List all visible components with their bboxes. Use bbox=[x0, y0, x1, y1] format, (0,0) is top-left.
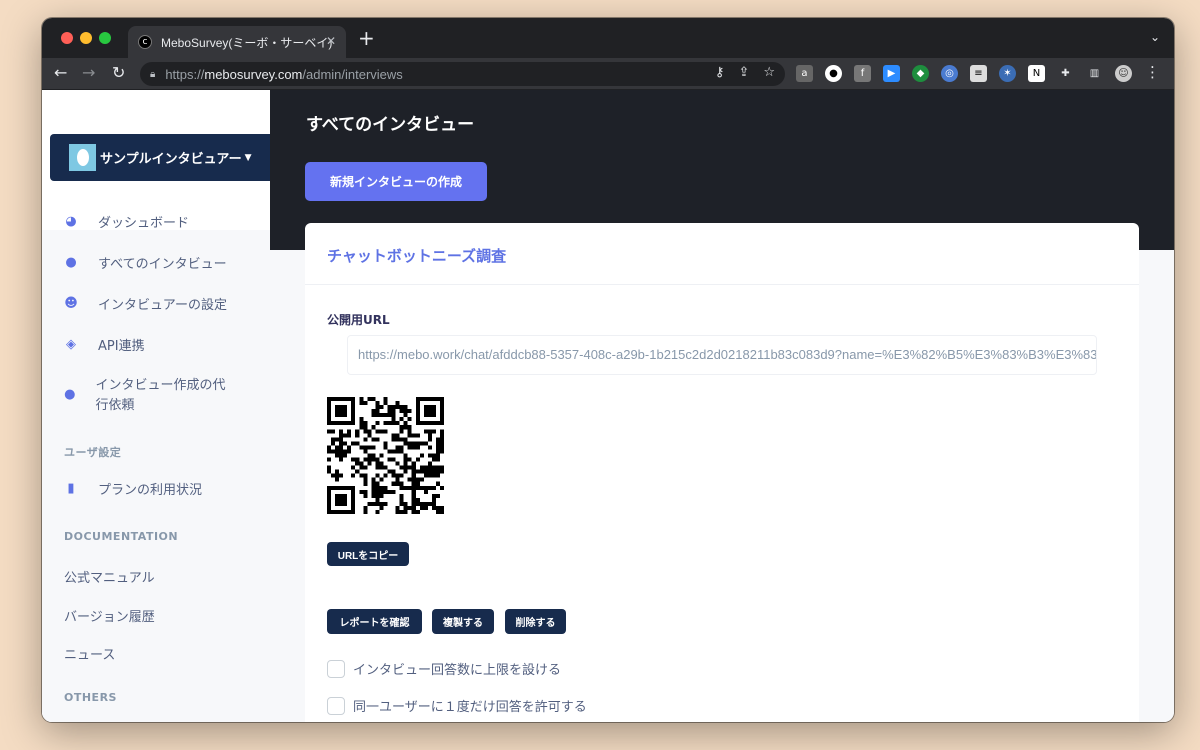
sidepanel-icon[interactable]: ▥ bbox=[1086, 65, 1103, 82]
maximize-window-button[interactable] bbox=[99, 32, 111, 44]
extension-sync-icon[interactable]: ◎ bbox=[941, 65, 958, 82]
single-response-checkbox[interactable] bbox=[327, 696, 345, 715]
create-interview-button[interactable]: 新規インタビューの作成 bbox=[305, 162, 487, 201]
address-bar[interactable]: 🔒︎ https://mebosurvey.com/admin/intervie… bbox=[140, 62, 785, 86]
caret-down-icon: ▼ bbox=[244, 152, 252, 163]
section-heading-documentation: DOCUMENTATION bbox=[64, 530, 179, 543]
forward-arrow-icon[interactable]: → bbox=[82, 63, 95, 82]
page-title: すべてのインタビュー bbox=[306, 115, 475, 135]
star-icon[interactable]: ☆ bbox=[763, 65, 775, 80]
extensions-bar: a ● f ▶ ◆ ◎ ≡ ✶ N ✚ ▥ ☺ bbox=[796, 65, 1132, 82]
close-window-button[interactable] bbox=[61, 32, 73, 44]
new-tab-icon[interactable]: + bbox=[358, 28, 375, 48]
browser-tab[interactable]: c MeboSurvey(ミーボ・サーベイ) ✕ bbox=[128, 26, 346, 58]
bar-chart-icon: ▮ bbox=[67, 481, 75, 496]
sidebar-item-creation-request[interactable]: ● インタビュー作成の代行依頼 bbox=[64, 376, 234, 416]
tab-title: MeboSurvey(ミーボ・サーベイ) bbox=[161, 35, 333, 50]
public-url-label: 公開用URL bbox=[327, 313, 390, 327]
copy-url-button[interactable]: URLをコピー bbox=[327, 542, 409, 566]
menu-icon[interactable]: ⋮ bbox=[1145, 63, 1160, 81]
url-text: https://mebosurvey.com/admin/interviews bbox=[165, 66, 403, 82]
chat-bubble-icon: ● bbox=[65, 255, 77, 270]
qr-code bbox=[327, 397, 444, 514]
sidebar-item-plan-usage[interactable]: ▮ プランの利用状況 bbox=[64, 481, 202, 501]
avatar bbox=[69, 144, 96, 171]
sidebar-link-version-history[interactable]: バージョン履歴 bbox=[64, 606, 155, 625]
pie-chart-icon: ◕ bbox=[65, 214, 77, 229]
duplicate-button[interactable]: 複製する bbox=[432, 609, 494, 634]
section-heading-others: OTHERS bbox=[64, 691, 117, 704]
page-content: サンプルインタビュアー ▼ ◕ ダッシュボード ● すべてのインタビュー ☻ イ… bbox=[42, 90, 1174, 722]
back-arrow-icon[interactable]: ← bbox=[54, 63, 67, 82]
cube-icon: ◈ bbox=[66, 337, 76, 352]
key-icon[interactable]: ⚷ bbox=[715, 65, 725, 80]
limit-responses-option[interactable]: インタビュー回答数に上限を設ける bbox=[327, 659, 561, 678]
limit-responses-checkbox[interactable] bbox=[327, 659, 345, 678]
browser-window: c MeboSurvey(ミーボ・サーベイ) ✕ + ⌄ ← → ↻ 🔒︎ ht… bbox=[42, 18, 1174, 722]
sidebar-item-all-interviews[interactable]: ● すべてのインタビュー bbox=[64, 255, 226, 275]
tab-strip: c MeboSurvey(ミーボ・サーベイ) ✕ + ⌄ bbox=[42, 18, 1174, 58]
extension-translate-icon[interactable]: a bbox=[796, 65, 813, 82]
sidebar-item-api[interactable]: ◈ API連携 bbox=[64, 337, 145, 357]
extension-bug-icon[interactable]: ✶ bbox=[999, 65, 1016, 82]
browser-toolbar: ← → ↻ 🔒︎ https://mebosurvey.com/admin/in… bbox=[42, 58, 1174, 90]
site-favicon-icon: c bbox=[138, 35, 152, 49]
sidebar-item-dashboard[interactable]: ◕ ダッシュボード bbox=[64, 214, 189, 234]
survey-title[interactable]: チャットボットニーズ調査 bbox=[327, 245, 506, 266]
sidebar-link-manual[interactable]: 公式マニュアル bbox=[64, 567, 155, 586]
extension-zoom-icon[interactable]: ▶ bbox=[883, 65, 900, 82]
extension-doc-icon[interactable]: ≡ bbox=[970, 65, 987, 82]
extension-circle-icon[interactable]: ● bbox=[825, 65, 842, 82]
section-heading-user-settings: ユーザ設定 bbox=[64, 446, 122, 459]
extension-notion-icon[interactable]: N bbox=[1028, 65, 1045, 82]
share-icon[interactable]: ⇪ bbox=[738, 65, 749, 80]
smile-icon: ☻ bbox=[64, 296, 78, 311]
sidebar: サンプルインタビュアー ▼ ◕ ダッシュボード ● すべてのインタビュー ☻ イ… bbox=[42, 90, 270, 722]
chat-bubble-icon: ● bbox=[64, 387, 76, 402]
tab-search-chevron-icon[interactable]: ⌄ bbox=[1150, 30, 1160, 44]
view-report-button[interactable]: レポートを確認 bbox=[327, 609, 422, 634]
extension-facebook-icon[interactable]: f bbox=[854, 65, 871, 82]
sidebar-link-news[interactable]: ニュース bbox=[64, 644, 115, 663]
survey-card: チャットボットニーズ調査 公開用URL https://mebo.work/ch… bbox=[305, 223, 1139, 722]
lock-icon[interactable]: 🔒︎ bbox=[150, 69, 155, 80]
close-tab-icon[interactable]: ✕ bbox=[326, 34, 336, 48]
extension-shield-icon[interactable]: ◆ bbox=[912, 65, 929, 82]
delete-button[interactable]: 削除する bbox=[505, 609, 566, 634]
single-response-option[interactable]: 同一ユーザーに１度だけ回答を許可する bbox=[327, 696, 587, 715]
account-dropdown[interactable]: サンプルインタビュアー ▼ bbox=[50, 134, 270, 181]
reload-icon[interactable]: ↻ bbox=[112, 63, 125, 82]
account-name: サンプルインタビュアー bbox=[100, 152, 242, 167]
profile-icon[interactable]: ☺ bbox=[1115, 65, 1132, 82]
public-url-field[interactable]: https://mebo.work/chat/afddcb88-5357-408… bbox=[347, 335, 1097, 375]
extensions-icon[interactable]: ✚ bbox=[1057, 65, 1074, 82]
minimize-window-button[interactable] bbox=[80, 32, 92, 44]
sidebar-item-interviewer-settings[interactable]: ☻ インタビュアーの設定 bbox=[64, 296, 227, 316]
